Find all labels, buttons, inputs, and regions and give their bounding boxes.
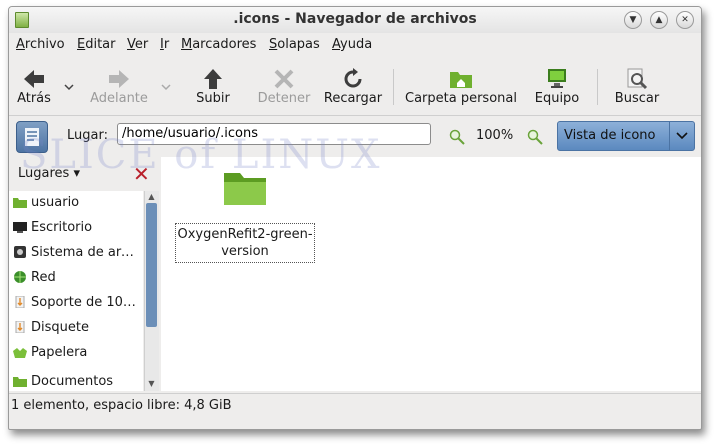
desktop-icon (13, 222, 27, 233)
sidebar-item-sistema[interactable]: Sistema de archivos (9, 241, 143, 265)
menu-editar[interactable]: Editar (77, 37, 116, 52)
file-manager-window: .icons - Navegador de archivos ▼ ▲ ✕ Arc… (8, 6, 702, 430)
places-list: usuario Escritorio Sistema de archivos R… (9, 191, 143, 391)
toolbar-separator (597, 69, 598, 105)
status-text: 1 elemento, espacio libre: 4,8 GiB (11, 398, 232, 413)
scroll-down-icon[interactable]: ▼ (146, 379, 157, 389)
close-icon[interactable]: ✕ (676, 11, 694, 29)
window-title: .icons - Navegador de archivos (233, 11, 477, 27)
forward-history-dropdown[interactable] (161, 83, 171, 91)
maximize-icon[interactable]: ▲ (650, 11, 668, 29)
stop-button[interactable]: Detener (253, 57, 315, 113)
sidebar-item-usuario[interactable]: usuario (9, 191, 143, 215)
toolbar-separator (393, 69, 394, 105)
toolbar: Atrás Adelante Subir Detener Recargar Ca… (9, 57, 701, 116)
sidebar-item-documentos[interactable]: Documentos (9, 370, 143, 394)
sidebar-item-soporte[interactable]: Soporte de 10 GB (9, 291, 143, 315)
filesystem-icon (14, 246, 26, 258)
zoom-in-icon[interactable] (527, 129, 543, 145)
chevron-down-icon (669, 122, 694, 150)
up-button[interactable]: Subir (191, 57, 235, 113)
status-bar: 1 elemento, espacio libre: 4,8 GiB (9, 393, 701, 418)
trash-icon (13, 348, 27, 358)
sidebar-item-red[interactable]: Red (9, 266, 143, 290)
search-icon (627, 68, 648, 90)
floppy-icon (15, 321, 25, 333)
home-button[interactable]: Carpeta personal (403, 57, 519, 113)
forward-button[interactable]: Adelante (83, 57, 155, 113)
chevron-down-icon[interactable]: ▼ (624, 11, 642, 29)
menu-solapas[interactable]: Solapas (269, 37, 320, 52)
arrow-up-icon (204, 69, 222, 89)
title-bar[interactable]: .icons - Navegador de archivos ▼ ▲ ✕ (9, 7, 701, 33)
scrollbar-thumb[interactable] (146, 203, 157, 327)
sidebar-item-disquete[interactable]: Disquete (9, 316, 143, 340)
folder-icon (13, 377, 27, 387)
back-button[interactable]: Atrás (11, 57, 57, 113)
menu-bar: Archivo Editar Ver Ir Marcadores Solapas… (9, 34, 701, 56)
home-folder-icon (450, 72, 472, 88)
computer-button[interactable]: Equipo (529, 57, 585, 113)
search-button[interactable]: Buscar (609, 57, 665, 113)
menu-ir[interactable]: Ir (160, 37, 169, 52)
file-name: OxygenRefit2-green-version (175, 223, 315, 263)
menu-archivo[interactable]: Archivo (16, 37, 65, 52)
sidebar-item-escritorio[interactable]: Escritorio (9, 216, 143, 240)
sidebar: Lugares ▾ ✕ usuario Escritorio Sistema d… (9, 157, 159, 391)
file-view[interactable]: OxygenRefit2-green-version (161, 157, 701, 391)
computer-icon (548, 69, 566, 88)
sidebar-scrollbar[interactable]: ▲ ▼ (144, 191, 159, 391)
network-icon (14, 271, 26, 283)
menu-marcadores[interactable]: Marcadores (181, 37, 256, 52)
back-history-dropdown[interactable] (64, 83, 74, 91)
menu-ayuda[interactable]: Ayuda (332, 37, 372, 52)
menu-ver[interactable]: Ver (127, 37, 148, 52)
home-icon (13, 198, 27, 208)
stop-icon (274, 69, 294, 89)
zoom-out-icon[interactable] (449, 129, 465, 145)
reload-icon (344, 68, 362, 88)
watermark: SLICE of LINUX (20, 132, 382, 178)
view-mode-select[interactable]: Vista de icono (557, 121, 695, 151)
scroll-up-icon[interactable]: ▲ (146, 192, 157, 202)
sidebar-item-papelera[interactable]: Papelera (9, 341, 143, 365)
drive-icon (15, 296, 25, 308)
zoom-level[interactable]: 100% (476, 128, 513, 143)
arrow-left-icon (24, 70, 44, 88)
reload-button[interactable]: Recargar (321, 57, 385, 113)
arrow-right-icon (109, 70, 129, 88)
